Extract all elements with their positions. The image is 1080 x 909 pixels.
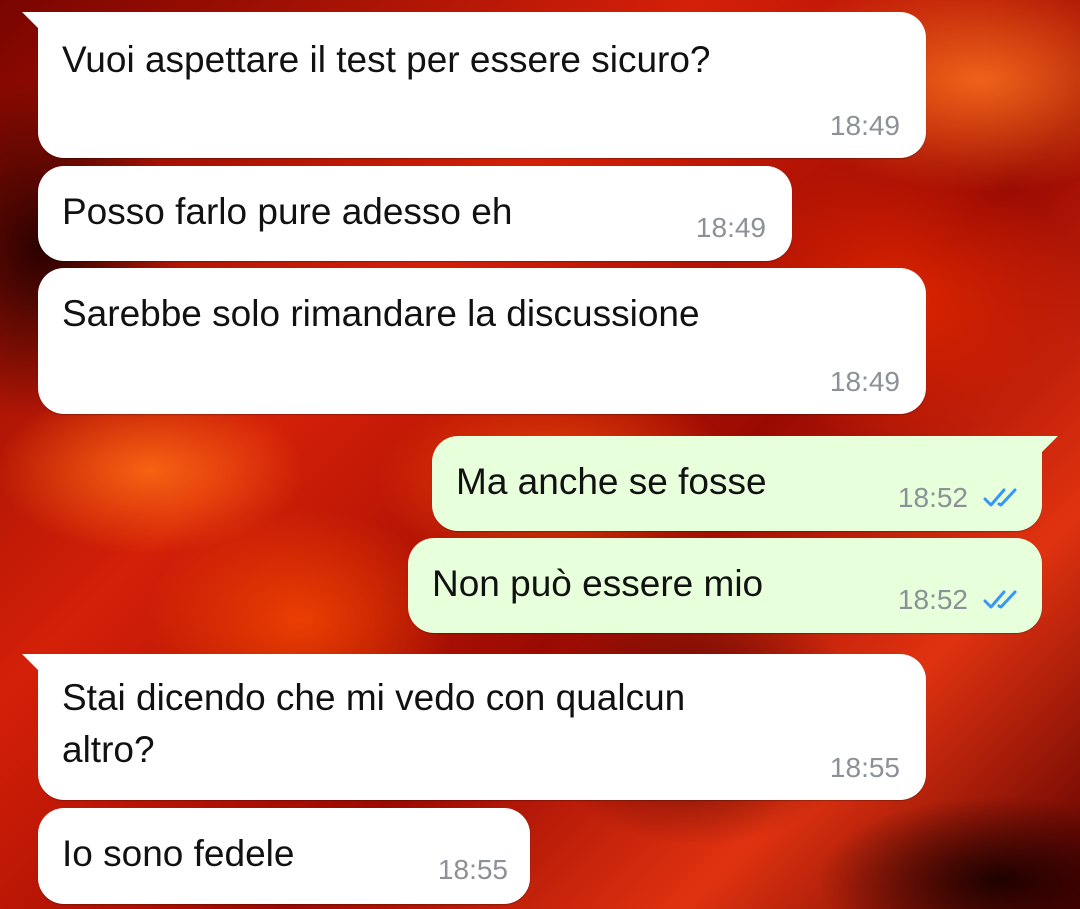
message-bubble[interactable]: Ma anche se fosse 18:52 (432, 436, 1058, 531)
message-timestamp: 18:49 (695, 212, 766, 243)
bubble-tail (1036, 436, 1058, 458)
message-bubble[interactable]: Stai dicendo che mi vedo con qualcun alt… (22, 654, 926, 800)
message-timestamp: 18:55 (829, 752, 900, 783)
message-bubble[interactable]: Vuoi aspettare il test per essere sicuro… (22, 12, 926, 158)
message-text: Sarebbe solo rimandare la discussione (62, 293, 700, 334)
message-timestamp: 18:49 (829, 366, 900, 397)
message-text: Posso farlo pure adesso eh (62, 191, 513, 232)
message-timestamp: 18:52 (897, 482, 968, 513)
bubble-tail (22, 654, 44, 676)
double-check-icon (983, 590, 1017, 609)
message-text: Non può essere mio (432, 563, 764, 604)
message-timestamp: 18:55 (437, 854, 508, 885)
message-text: Stai dicendo che mi vedo con qualcun alt… (62, 677, 686, 770)
double-check-icon (983, 488, 1017, 507)
message-bubble[interactable]: Posso farlo pure adesso eh 18:49 (38, 166, 792, 261)
bubble-tail (22, 12, 44, 34)
message-bubble[interactable]: Sarebbe solo rimandare la discussione 18… (38, 268, 926, 414)
chat-conversation: Vuoi aspettare il test per essere sicuro… (0, 0, 1080, 909)
message-bubble[interactable]: Io sono fedele 18:55 (38, 808, 530, 904)
message-bubble[interactable]: Non può essere mio 18:52 (408, 538, 1042, 633)
message-timestamp: 18:52 (897, 584, 968, 615)
message-text: Io sono fedele (62, 833, 295, 874)
message-text: Ma anche se fosse (456, 461, 767, 502)
message-text: Vuoi aspettare il test per essere sicuro… (62, 39, 711, 80)
message-timestamp: 18:49 (829, 110, 900, 141)
